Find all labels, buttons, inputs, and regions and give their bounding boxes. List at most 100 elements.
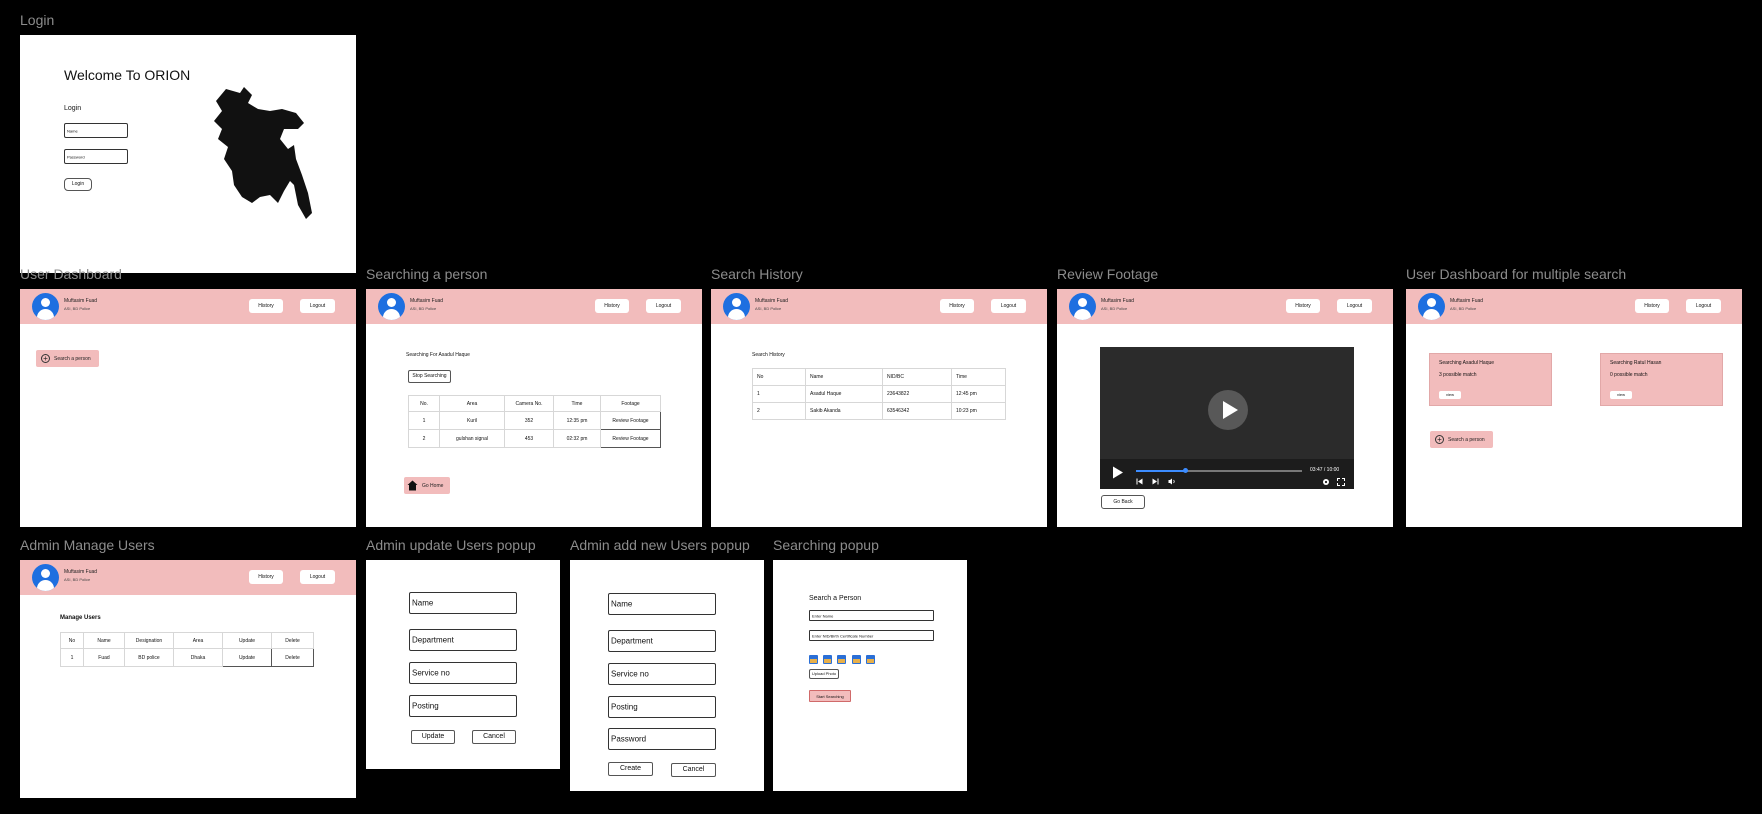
card-title: Searching Asadul Haque [1439,360,1495,366]
field-label: Department [412,635,454,645]
col-header: Camera No. [504,395,554,412]
play-icon[interactable] [1112,466,1124,479]
manage-users-title: Manage Users [60,615,101,621]
history-title: Search History [752,352,785,358]
history-button[interactable]: History [249,570,283,584]
col-header: Delete [271,632,314,649]
start-searching-button[interactable]: Start Searching [809,690,851,702]
logout-button[interactable]: Logout [646,299,681,313]
department-field[interactable]: Department [409,629,517,651]
frame-title-update-popup: Admin update Users popup [366,537,536,553]
history-button[interactable]: History [595,299,629,313]
go-back-button[interactable]: Go Back [1101,495,1145,509]
user-role: ASI, BD Police [410,306,437,311]
posting-field[interactable]: Posting [608,696,716,718]
frame-title-login: Login [20,12,55,28]
name-input[interactable]: Enter Name [809,610,934,621]
cell: 352 [504,411,554,430]
search-person-button[interactable]: + Search a person [1430,431,1493,448]
go-home-button[interactable]: Go Home [404,477,450,494]
col-header: Designation [124,632,174,649]
review-footage-button[interactable]: Review Footage [600,429,661,448]
logout-button[interactable]: Logout [300,299,335,313]
view-button[interactable]: view [1439,391,1461,399]
photo-thumbnail-icon [866,655,875,664]
history-button[interactable]: History [1286,299,1320,313]
posting-field[interactable]: Posting [409,695,517,717]
frame-title-add-popup: Admin add new Users popup [570,537,750,553]
searching-title: Searching For Asadul Haque [406,352,470,358]
table-row[interactable]: 2 Sakib Akanda 63546342 10:23 pm [752,402,1006,420]
app-header: Muftasim Fuad ASI, BD Police History Log… [20,289,356,324]
service-no-field[interactable]: Service no [608,663,716,685]
progress-track[interactable] [1136,468,1302,473]
name-field[interactable]: Name [409,592,517,614]
table-row[interactable]: 1 Asadul Haque 23643822 12:45 pm [752,385,1006,403]
logout-button[interactable]: Logout [1686,299,1721,313]
login-heading: Login [64,105,82,112]
search-person-button[interactable]: + Search a person [36,350,99,367]
stop-searching-button[interactable]: Stop Searching [408,370,451,383]
bangladesh-map-icon [214,87,312,219]
plus-circle-icon: + [41,354,50,363]
field-label: Password [611,734,647,744]
name-input[interactable]: Name [64,123,128,138]
skip-forward-icon[interactable] [1152,478,1159,485]
col-header: Footage [600,395,661,412]
password-input[interactable]: Password [64,149,128,164]
password-field[interactable]: Password [608,728,716,750]
logout-button[interactable]: Logout [300,570,335,584]
view-button[interactable]: view [1610,391,1632,399]
cell: Sakib Akanda [805,402,883,420]
review-footage-button[interactable]: Review Footage [600,411,661,430]
app-header: Muftasim Fuad ASI, BD Police History Log… [1406,289,1742,324]
service-no-field[interactable]: Service no [409,662,517,684]
frame-title-history: Search History [711,266,803,282]
cancel-button[interactable]: Cancel [671,763,716,777]
time-readout: 03:47 / 10:00 [1310,467,1340,473]
footage-frame: Muftasim Fuad ASI, BD Police History Log… [1057,289,1393,527]
avatar [32,293,59,320]
fullscreen-icon[interactable] [1337,478,1345,486]
name-field[interactable]: Name [608,593,716,615]
nid-input[interactable]: Enter NID/Birth Certificate Number [809,630,934,641]
frame-title-footage: Review Footage [1057,266,1159,282]
frame-title-searching: Searching a person [366,266,488,282]
create-button[interactable]: Create [608,762,653,776]
photo-thumbnail-icon [837,655,846,664]
cell: Dhaka [173,648,223,667]
search-person-label: Search a person [54,356,91,362]
volume-icon[interactable] [1168,478,1176,485]
user-role: ASI, BD Police [64,306,91,311]
update-user-button[interactable]: Update [222,648,272,667]
history-button[interactable]: History [1635,299,1669,313]
video-player[interactable]: 03:47 / 10:00 [1100,347,1354,489]
skip-back-icon[interactable] [1136,478,1143,485]
login-button[interactable]: Login [64,178,92,191]
welcome-heading: Welcome To ORION [64,67,191,83]
col-header: NID/BC [882,368,952,386]
cell: 1 [60,648,84,667]
col-header: No [752,368,806,386]
users-table: No Name Designation Area Update Delete 1… [60,632,314,667]
logout-button[interactable]: Logout [991,299,1026,313]
cell: 63546342 [882,402,952,420]
update-button[interactable]: Update [411,730,455,744]
department-field[interactable]: Department [608,630,716,652]
frame-title-user-dashboard: User Dashboard [20,266,122,282]
cancel-button[interactable]: Cancel [472,730,516,744]
progress-knob[interactable] [1183,468,1189,473]
big-play-button[interactable] [1208,390,1248,430]
upload-photo-button[interactable]: Upload Photo [809,669,839,679]
table-row: 2 gulshan signal 453 02:32 pm Review Foo… [408,429,661,448]
history-button[interactable]: History [249,299,283,313]
user-name: Muftasim Fuad [1101,298,1135,304]
delete-user-button[interactable]: Delete [271,648,314,667]
logout-button[interactable]: Logout [1337,299,1372,313]
settings-gear-icon[interactable] [1322,478,1330,486]
history-button[interactable]: History [940,299,974,313]
searching-frame: Muftasim Fuad ASI, BD Police History Log… [366,289,702,527]
user-name: Muftasim Fuad [64,298,98,304]
cell: BD police [124,648,174,667]
progress-fill [1136,470,1186,472]
